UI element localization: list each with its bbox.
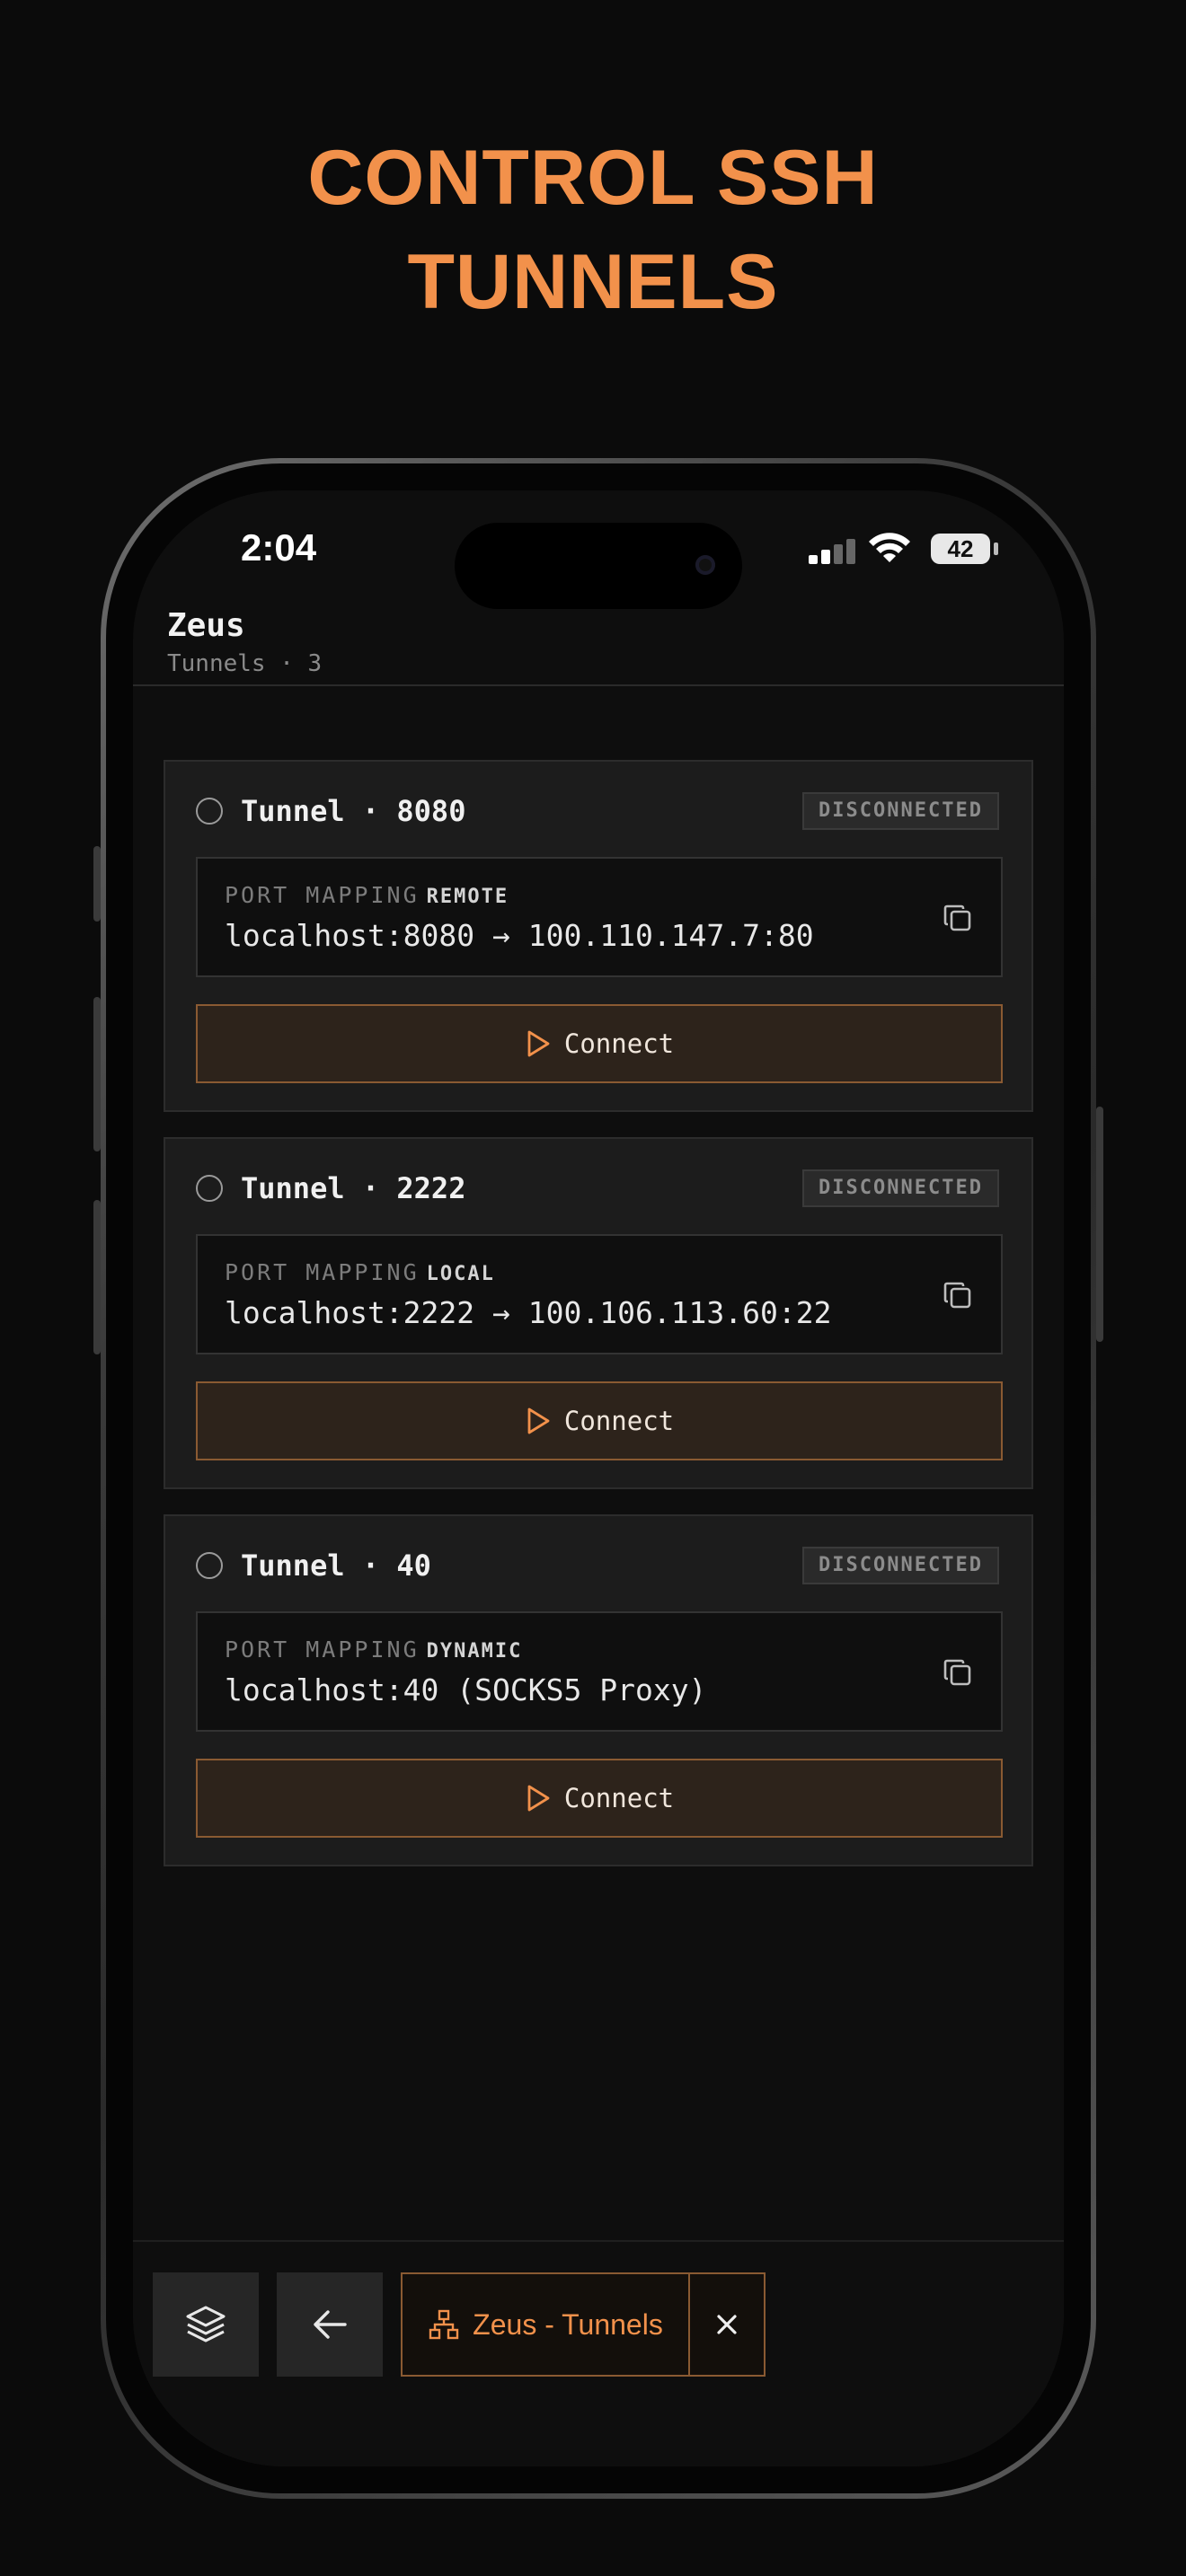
port-mapping-type: REMOTE <box>426 886 509 908</box>
port-mapping-value: localhost:40 (SOCKS5 Proxy) <box>225 1672 707 1707</box>
port-mapping-box: PORT MAPPING DYNAMIC localhost:40 (SOCKS5… <box>196 1611 1003 1732</box>
copy-icon[interactable] <box>940 900 976 936</box>
dynamic-island <box>455 523 742 609</box>
bottom-toolbar: Zeus - Tunnels <box>133 2240 1064 2466</box>
arrow-left-icon <box>314 2310 347 2339</box>
port-mapping-label: PORT MAPPING DYNAMIC <box>225 1636 522 1663</box>
port-mapping-label: PORT MAPPING REMOTE <box>225 882 509 908</box>
tunnel-card: Tunnel · 2222 DISCONNECTED PORT MAPPING L… <box>164 1137 1033 1489</box>
battery-cap <box>994 543 998 555</box>
headline-line-2: TUNNELS <box>407 239 779 325</box>
volume-down-button <box>93 1200 101 1354</box>
copy-icon[interactable] <box>940 1277 976 1313</box>
copy-icon[interactable] <box>940 1654 976 1690</box>
connect-button[interactable]: Connect <box>196 1381 1003 1460</box>
port-mapping-value: localhost:8080 → 100.110.147.7:80 <box>225 918 814 953</box>
server-name: Zeus <box>167 607 245 644</box>
play-icon <box>527 1785 550 1812</box>
port-mapping-box: PORT MAPPING LOCAL localhost:2222 → 100.1… <box>196 1234 1003 1354</box>
port-mapping-type: LOCAL <box>426 1263 495 1285</box>
app-header: Zeus Tunnels · 3 <box>133 607 1064 686</box>
tunnel-count: Tunnels · 3 <box>167 650 323 677</box>
tunnel-card: Tunnel · 8080 DISCONNECTED PORT MAPPING R… <box>164 760 1033 1112</box>
port-mapping-caption: PORT MAPPING <box>225 882 420 908</box>
tunnel-title: Tunnel · 40 <box>241 1548 431 1583</box>
layers-button[interactable] <box>153 2272 259 2377</box>
action-button <box>93 846 101 922</box>
active-tab-main[interactable]: Zeus - Tunnels <box>403 2274 690 2375</box>
camera-icon <box>695 555 715 575</box>
status-badge: DISCONNECTED <box>802 792 999 830</box>
play-icon <box>527 1030 550 1057</box>
status-indicator-icon <box>196 798 223 825</box>
status-indicator-icon <box>196 1175 223 1202</box>
volume-up-button <box>93 997 101 1151</box>
power-button <box>1096 1107 1103 1342</box>
layers-icon <box>186 2306 226 2342</box>
status-time: 2:04 <box>241 526 317 569</box>
port-mapping-box: PORT MAPPING REMOTE localhost:8080 → 100.… <box>196 857 1003 977</box>
headline: CONTROL SSH TUNNELS <box>0 126 1186 334</box>
active-tab-label: Zeus - Tunnels <box>473 2307 663 2341</box>
connect-button[interactable]: Connect <box>196 1759 1003 1838</box>
tunnel-title: Tunnel · 8080 <box>241 794 466 828</box>
network-icon <box>429 2309 459 2340</box>
close-icon <box>717 2315 737 2334</box>
connect-button[interactable]: Connect <box>196 1004 1003 1083</box>
status-indicator-icon <box>196 1552 223 1579</box>
tunnel-title: Tunnel · 2222 <box>241 1171 466 1205</box>
connect-label: Connect <box>563 1028 675 1059</box>
active-tab[interactable]: Zeus - Tunnels <box>401 2272 766 2377</box>
phone-screen: 2:04 42 Zeus Tunnels · 3 Tunnel · 8080 D… <box>133 490 1064 2466</box>
back-button[interactable] <box>277 2272 383 2377</box>
connect-label: Connect <box>563 1406 675 1436</box>
close-tab-button[interactable] <box>690 2274 764 2375</box>
headline-line-1: CONTROL SSH <box>307 135 879 221</box>
play-icon <box>527 1407 550 1434</box>
status-badge: DISCONNECTED <box>802 1547 999 1584</box>
port-mapping-value: localhost:2222 → 100.106.113.60:22 <box>225 1295 832 1330</box>
tunnel-card: Tunnel · 40 DISCONNECTED PORT MAPPING DYN… <box>164 1514 1033 1866</box>
port-mapping-caption: PORT MAPPING <box>225 1259 420 1285</box>
port-mapping-label: PORT MAPPING LOCAL <box>225 1259 495 1285</box>
port-mapping-type: DYNAMIC <box>426 1640 523 1663</box>
connect-label: Connect <box>563 1783 675 1813</box>
port-mapping-caption: PORT MAPPING <box>225 1636 420 1663</box>
status-badge: DISCONNECTED <box>802 1169 999 1207</box>
battery-indicator: 42 <box>931 534 990 564</box>
wifi-icon <box>869 533 910 562</box>
signal-icon <box>809 537 859 564</box>
